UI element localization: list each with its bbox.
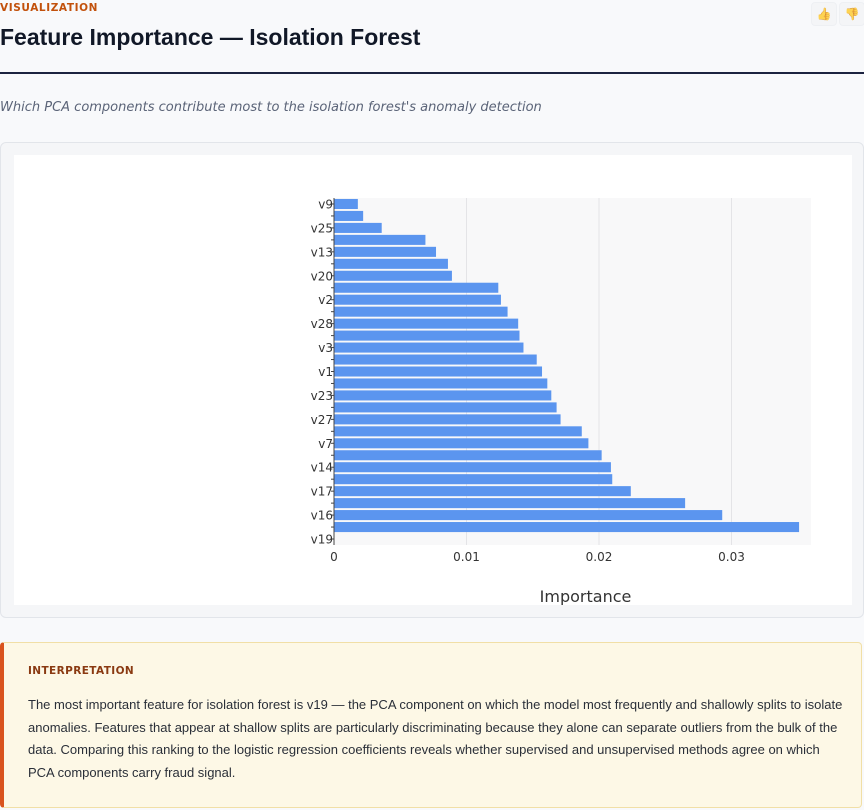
x-tick-label: 0.02 bbox=[586, 550, 613, 564]
x-axis-title: Importance bbox=[540, 587, 632, 605]
bar-v13 bbox=[334, 246, 437, 257]
section-eyebrow: VISUALIZATION bbox=[0, 2, 99, 14]
chart-card: v9 v25 v13 v20 v2 v28 v3 v1 v23 v27 v7 v14 v17 v16 v19… bbox=[0, 142, 864, 618]
bar-v10 bbox=[334, 210, 364, 221]
y-tick-label-v7: v7 bbox=[318, 437, 333, 451]
y-tick-label-v17: v17 bbox=[311, 485, 333, 499]
bar-v27 bbox=[334, 414, 561, 425]
y-tick-label-v3: v3 bbox=[318, 341, 333, 355]
y-tick-label-v13: v13 bbox=[311, 245, 333, 259]
bar-v7 bbox=[334, 438, 589, 449]
y-tick-label-v2: v2 bbox=[318, 293, 333, 307]
bar-v3 bbox=[334, 342, 524, 353]
title-divider bbox=[0, 72, 864, 74]
bar-v20 bbox=[334, 270, 452, 281]
y-tick-label-v25: v25 bbox=[311, 221, 333, 235]
y-tick-label-v1: v1 bbox=[318, 365, 333, 379]
interpretation-text: The most important feature for isolation… bbox=[28, 697, 843, 780]
y-tick-label-v28: v28 bbox=[311, 317, 333, 331]
thumbs-up-button[interactable]: 👍 bbox=[811, 2, 837, 26]
feature-importance-chart: v9 v25 v13 v20 v2 v28 v3 v1 v23 v27 v7 v14 v17 v16 v19… bbox=[311, 197, 811, 605]
thumbs-down-icon: 👎 bbox=[844, 7, 860, 21]
page-title: Feature Importance — Isolation Forest bbox=[0, 24, 421, 50]
bar-v1 bbox=[334, 366, 543, 377]
interpretation-callout: INTERPRETATION The most important featur… bbox=[0, 642, 862, 808]
bar-v24 bbox=[334, 282, 499, 293]
y-tick-label-v27: v27 bbox=[311, 413, 333, 427]
x-tick-label: 0 bbox=[330, 550, 338, 564]
bar-v28 bbox=[334, 318, 519, 329]
bar-v12 bbox=[334, 498, 686, 509]
bar-v0 bbox=[334, 522, 800, 533]
chart-container: v9 v25 v13 v20 v2 v28 v3 v1 v23 v27 v7 v14 v17 v16 v19… bbox=[14, 155, 852, 605]
bar-v14 bbox=[334, 462, 611, 473]
x-tick-label: 0.01 bbox=[453, 550, 480, 564]
bar-v23 bbox=[334, 390, 552, 401]
y-tick-label-v19: v19 bbox=[311, 533, 333, 547]
bar-v2 bbox=[334, 294, 501, 305]
bar-v8 bbox=[334, 330, 520, 341]
y-tick-label-v9: v9 bbox=[318, 197, 333, 211]
thumbs-down-button[interactable]: 👎 bbox=[839, 2, 864, 26]
bar-v6 bbox=[334, 306, 508, 317]
bar-v17 bbox=[334, 486, 631, 497]
bar-v18 bbox=[334, 426, 582, 437]
y-tick-label-v20: v20 bbox=[311, 269, 333, 283]
thumbs-up-icon: 👍 bbox=[816, 7, 832, 21]
bar-v9 bbox=[334, 198, 358, 210]
bar-v15 bbox=[334, 402, 557, 413]
bar-v11 bbox=[334, 354, 537, 365]
bar-v22 bbox=[334, 450, 602, 461]
bar-v4 bbox=[334, 474, 613, 485]
bar-v21 bbox=[334, 378, 548, 389]
y-tick-label-v14: v14 bbox=[311, 461, 333, 475]
page-subtitle: Which PCA components contribute most to … bbox=[0, 100, 542, 115]
bar-v26 bbox=[334, 234, 426, 245]
bar-v25 bbox=[334, 222, 382, 233]
interpretation-label: INTERPRETATION bbox=[28, 665, 135, 677]
bar-v5 bbox=[334, 258, 448, 269]
y-tick-label-v23: v23 bbox=[311, 389, 333, 403]
x-tick-label: 0.03 bbox=[718, 550, 745, 564]
bar-v16 bbox=[334, 510, 723, 521]
y-tick-label-v16: v16 bbox=[311, 509, 333, 523]
